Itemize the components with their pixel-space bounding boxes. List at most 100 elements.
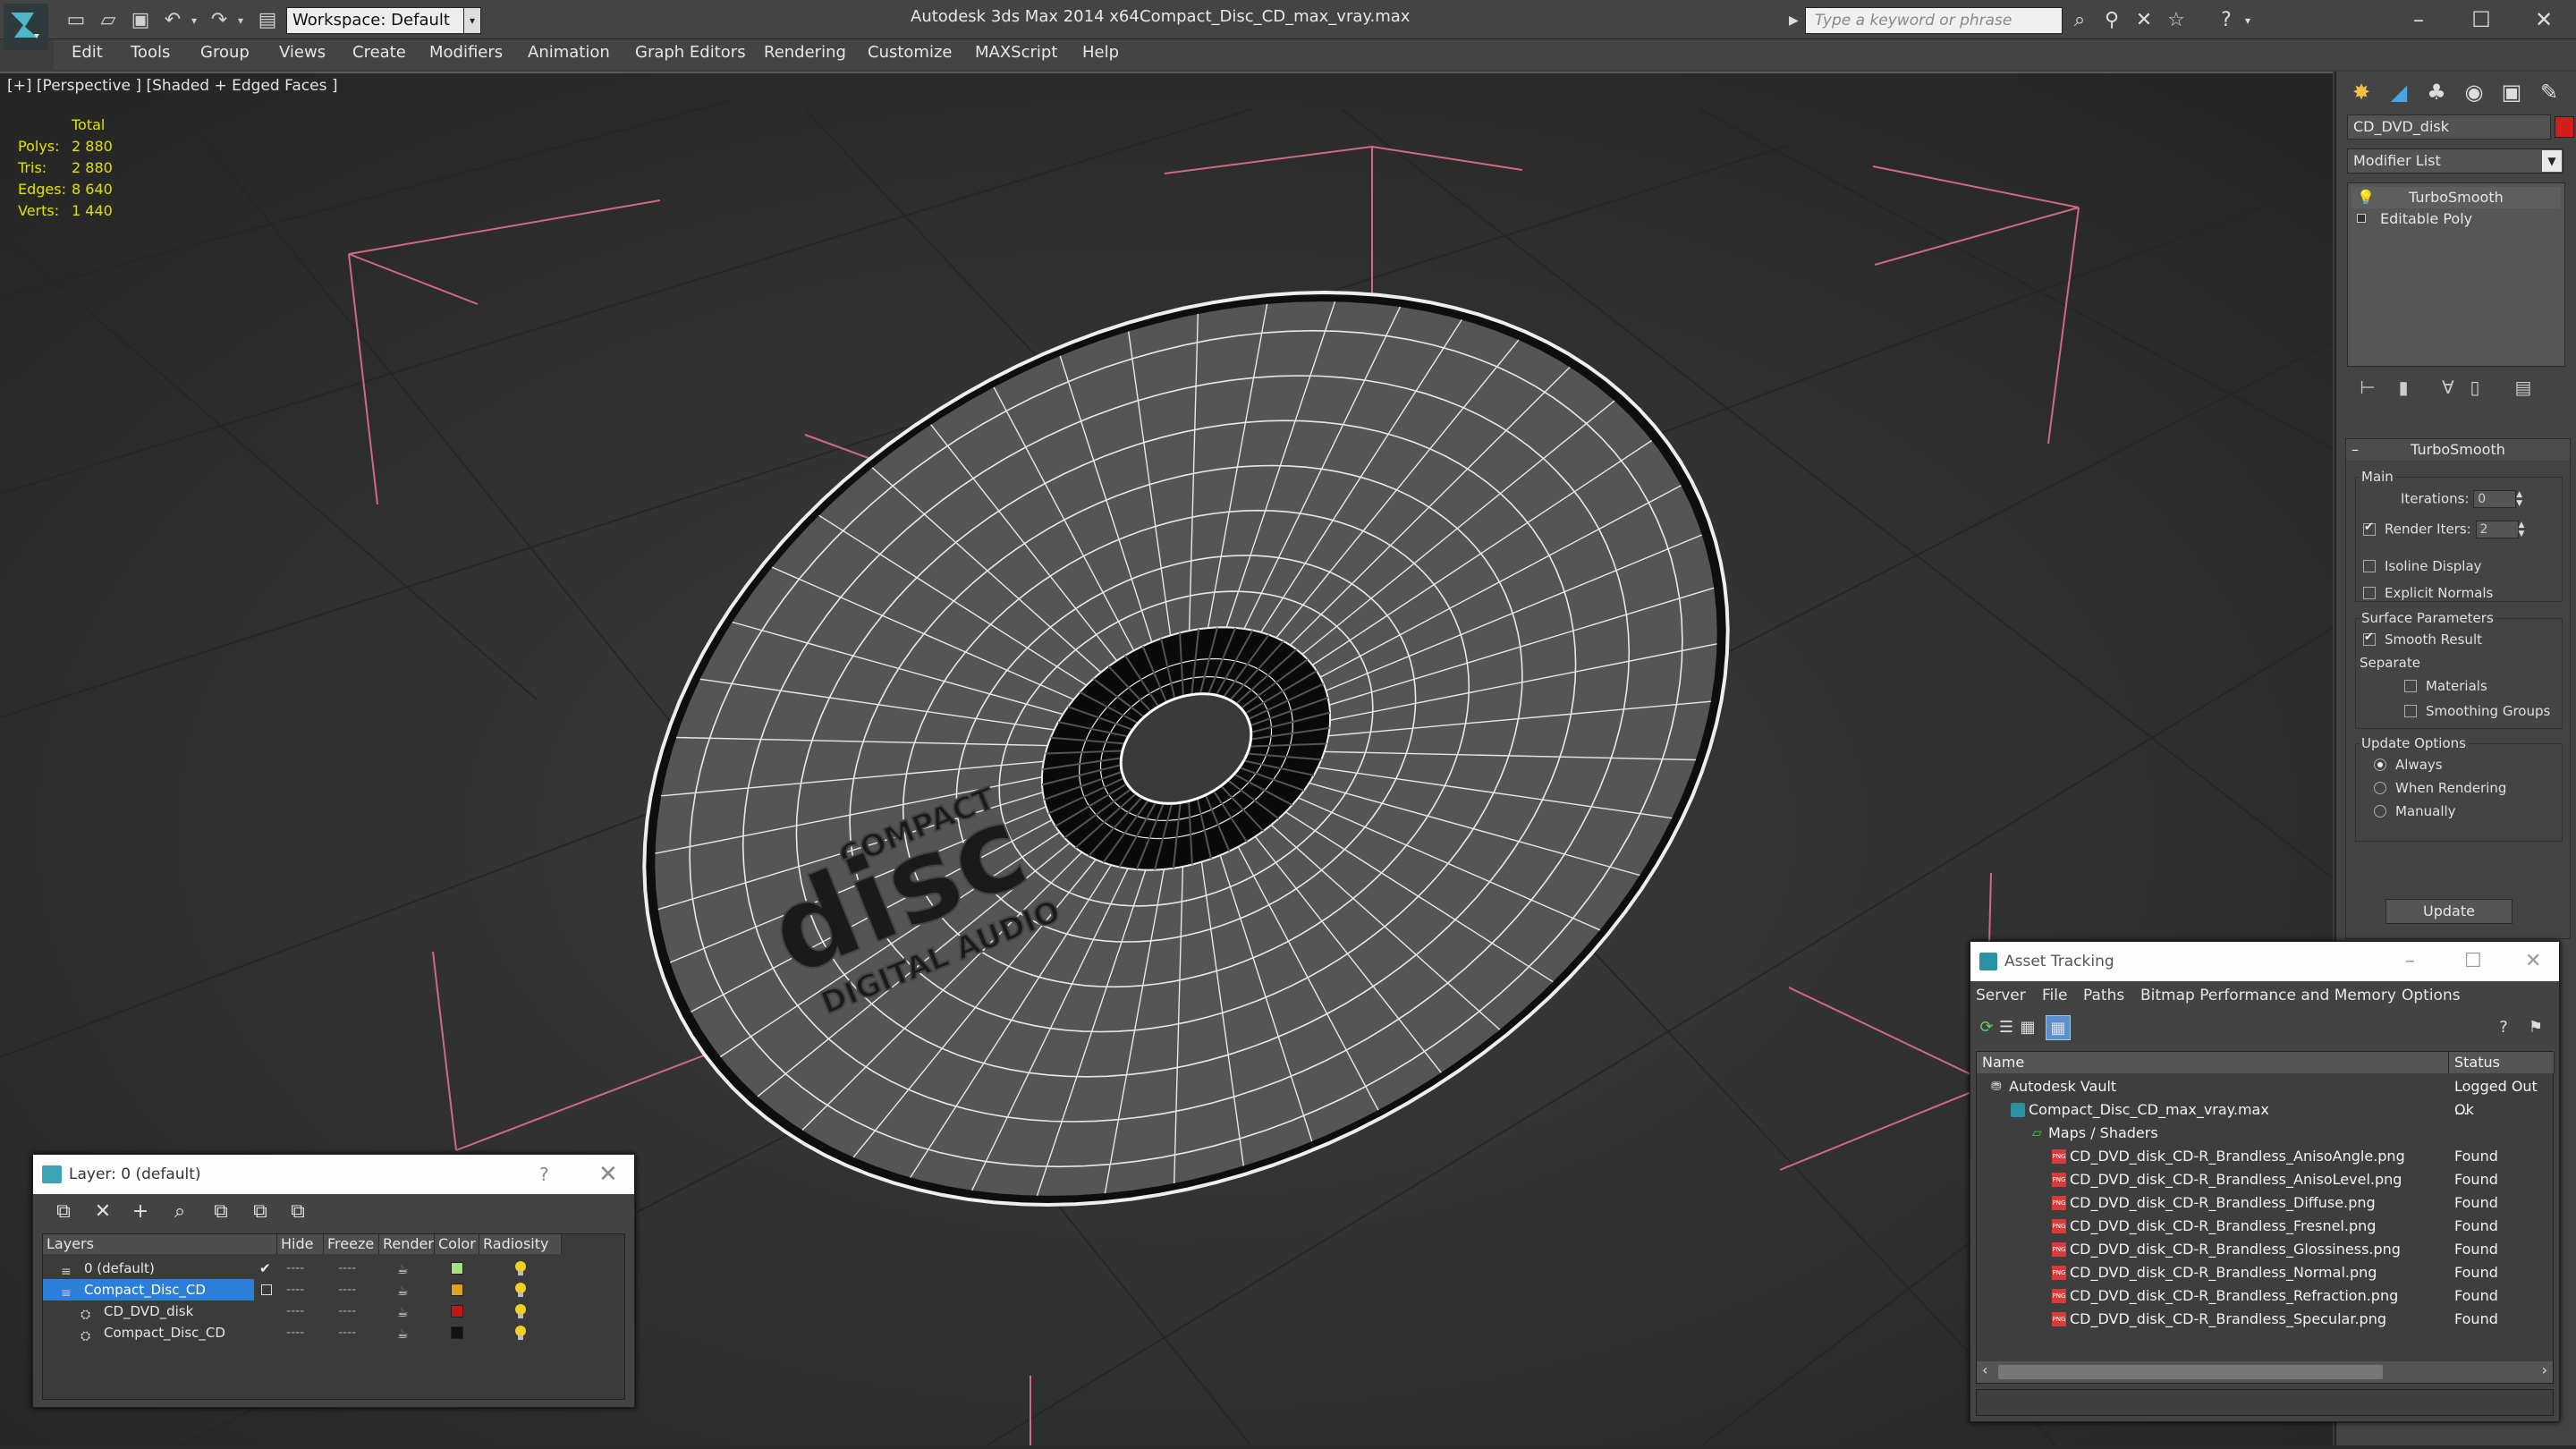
minimize-icon[interactable]: – (2405, 942, 2415, 981)
make-unique-icon[interactable]: ∀ (2436, 376, 2460, 399)
layer-name[interactable]: 0 (default) (84, 1258, 155, 1279)
lightbulb-icon[interactable]: 💡 (2357, 187, 2375, 208)
help-dropdown-icon[interactable]: ▾ (2236, 9, 2259, 32)
teapot-render-icon[interactable]: ☕ (397, 1281, 409, 1302)
remove-modifier-icon[interactable]: ▯ (2463, 376, 2487, 399)
hide-all-icon[interactable]: ⧉ (248, 1199, 273, 1224)
redo-icon[interactable]: ↷ (208, 9, 231, 32)
hide-toggle[interactable]: ---- (286, 1279, 304, 1301)
freeze-toggle[interactable]: ---- (338, 1258, 356, 1279)
freeze-toggle[interactable]: ---- (338, 1279, 356, 1301)
menu-animation[interactable]: Animation (528, 43, 610, 62)
asset-row[interactable]: PNG CD_DVD_disk_CD-R_Brandless_Specular.p… (1977, 1308, 2555, 1331)
thumbnail-view-icon[interactable]: ▦ (2015, 1015, 2040, 1040)
manually-radio[interactable] (2374, 805, 2386, 818)
layer-row[interactable]: ≡ 0 (default) ✔ ---- ---- ☕ (43, 1258, 626, 1279)
new-file-icon[interactable]: ▭ (64, 9, 88, 32)
spinner-arrows-icon[interactable]: ▲ ▼ (2519, 521, 2529, 538)
vault-help-icon[interactable]: ⚑ (2523, 1015, 2548, 1040)
menu-customize[interactable]: Customize (868, 43, 952, 62)
utilities-tab-icon[interactable]: ✎ (2531, 75, 2567, 109)
help-icon[interactable]: ? (2215, 9, 2238, 32)
hide-toggle[interactable]: ---- (286, 1258, 304, 1279)
favorites-star-icon[interactable]: ☆ (2165, 9, 2188, 32)
teapot-render-icon[interactable]: ☕ (397, 1302, 409, 1324)
scroll-right-icon[interactable]: › (2542, 1361, 2547, 1378)
col-name[interactable]: Name (1977, 1052, 2449, 1073)
undo-icon[interactable]: ↶ (161, 9, 184, 32)
radiosity-bulb-icon[interactable] (512, 1324, 530, 1342)
help-button[interactable]: ? (539, 1155, 549, 1194)
smoothing-groups-checkbox[interactable] (2404, 705, 2417, 717)
table-view-icon[interactable]: ▦ (2046, 1015, 2071, 1040)
current-layer-check-icon[interactable]: ✔ (259, 1258, 271, 1279)
add-to-layer-icon[interactable]: + (128, 1199, 153, 1224)
subscription-icon[interactable]: ⚲ (2100, 9, 2123, 32)
menu-group[interactable]: Group (200, 43, 250, 62)
layer-window-titlebar[interactable]: Layer: 0 (default) ? ✕ (33, 1155, 634, 1194)
menu-modifiers[interactable]: Modifiers (429, 43, 503, 62)
viewport-label[interactable]: [+] [Perspective ] [Shaded + Edged Faces… (7, 77, 337, 95)
render-iters-input[interactable]: 2 (2475, 521, 2519, 538)
freeze-all-icon[interactable]: ⧉ (285, 1199, 310, 1224)
chevron-down-icon[interactable]: ▼ (2542, 150, 2562, 172)
materials-checkbox[interactable] (2404, 680, 2417, 692)
close-icon[interactable]: ✕ (2525, 942, 2541, 981)
set-current-checkbox[interactable] (261, 1284, 272, 1295)
asset-status-field[interactable] (1976, 1389, 2554, 1416)
communication-center-icon[interactable]: ✕ (2132, 9, 2156, 32)
undo-dropdown-icon[interactable]: ▾ (182, 9, 206, 32)
layer-color-swatch[interactable] (451, 1326, 463, 1339)
always-radio[interactable] (2374, 758, 2386, 771)
teapot-render-icon[interactable]: ☕ (397, 1259, 409, 1281)
asset-row[interactable]: ⛃ Autodesk Vault Logged Out ... (1977, 1075, 2555, 1118)
menu-create[interactable]: Create (352, 43, 406, 62)
asset-row[interactable]: PNG CD_DVD_disk_CD-R_Brandless_Glossiness… (1977, 1238, 2555, 1261)
asset-row[interactable]: ▱ Maps / Shaders (1977, 1122, 2555, 1145)
binoculars-icon[interactable]: ⌕ (2068, 9, 2091, 32)
delete-layer-icon[interactable]: ✕ (90, 1199, 115, 1224)
asset-row[interactable]: PNG CD_DVD_disk_CD-R_Brandless_Diffuse.pn… (1977, 1191, 2555, 1215)
col-color[interactable]: Color (435, 1234, 479, 1254)
project-folder-icon[interactable]: ▤ (256, 9, 279, 32)
save-file-icon[interactable]: ▣ (129, 9, 152, 32)
stack-item-turbosmooth[interactable]: 💡 TurboSmooth (2351, 187, 2561, 208)
layer-color-swatch[interactable] (451, 1305, 463, 1318)
menu-edit[interactable]: Edit (72, 43, 103, 62)
pin-stack-icon[interactable]: ⊢ (2356, 376, 2379, 399)
scrollbar-thumb[interactable] (1998, 1365, 2383, 1379)
layer-name[interactable]: CD_DVD_disk (104, 1301, 193, 1322)
app-menu-button[interactable] (4, 4, 48, 50)
menu-help[interactable]: Help (1082, 43, 1119, 62)
asset-row[interactable]: PNG CD_DVD_disk_CD-R_Brandless_AnisoAngle… (1977, 1145, 2555, 1168)
asset-window-titlebar[interactable]: Asset Tracking – ☐ ✕ (1970, 942, 2559, 981)
col-status[interactable]: Status (2449, 1052, 2555, 1073)
freeze-toggle[interactable]: ---- (338, 1301, 356, 1322)
highlight-layer-icon[interactable]: ⧉ (208, 1199, 233, 1224)
col-radiosity[interactable]: Radiosity (479, 1234, 562, 1254)
layer-name[interactable]: Compact_Disc_CD (84, 1279, 206, 1301)
expand-plus-icon[interactable] (2357, 214, 2366, 223)
col-layers[interactable]: Layers (43, 1234, 277, 1254)
hide-toggle[interactable]: ---- (286, 1301, 304, 1322)
show-end-result-icon[interactable]: ▮ (2392, 376, 2415, 399)
motion-tab-icon[interactable]: ◉ (2456, 75, 2492, 109)
search-input[interactable]: Type a keyword or phrase (1805, 7, 2063, 34)
object-name-field[interactable]: CD_DVD_disk (2347, 114, 2551, 140)
iterations-input[interactable]: 0 (2473, 490, 2517, 508)
create-tab-icon[interactable]: ✸ (2343, 75, 2379, 109)
workspace-select[interactable]: Workspace: Default ▾ (286, 7, 479, 34)
radiosity-bulb-icon[interactable] (512, 1302, 530, 1320)
close-icon[interactable]: ✕ (2524, 4, 2563, 36)
asset-menu-paths[interactable]: Paths (2083, 987, 2124, 1004)
update-button[interactable]: Update (2385, 899, 2512, 924)
rollout-header[interactable]: – TurboSmooth (2346, 439, 2570, 461)
col-hide[interactable]: Hide (277, 1234, 324, 1254)
asset-row[interactable]: PNG CD_DVD_disk_CD-R_Brandless_Refraction… (1977, 1284, 2555, 1308)
asset-row[interactable]: PNG CD_DVD_disk_CD-R_Brandless_AnisoLevel… (1977, 1168, 2555, 1191)
layer-row[interactable]: ⛭ CD_DVD_disk ---- ---- ☕ (43, 1301, 626, 1322)
spinner-arrows-icon[interactable]: ▲ ▼ (2516, 490, 2527, 508)
help-icon[interactable]: ? (2491, 1015, 2516, 1040)
smooth-result-checkbox[interactable] (2363, 631, 2376, 646)
radiosity-bulb-icon[interactable] (512, 1259, 530, 1277)
